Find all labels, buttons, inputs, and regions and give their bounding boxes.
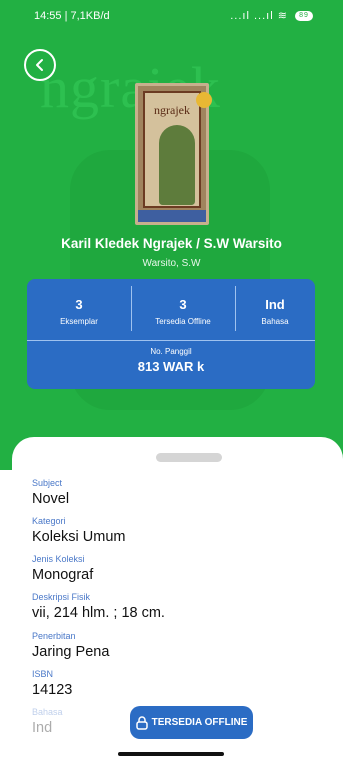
detail-label-jenis-koleksi: Jenis Koleksi [32, 554, 85, 564]
book-author: Warsito, S.W [142, 258, 201, 269]
detail-value-jenis-koleksi: Monograf [32, 567, 94, 583]
lock-icon [135, 715, 148, 730]
status-bar: 14:55 | 7,1KB/d ...ıl ...ıl ≋ 89 [0, 0, 343, 34]
wifi-icon: ≋ [277, 10, 288, 22]
stat-eksemplar: 3 Eksemplar [27, 279, 131, 340]
detail-label-deskripsi-fisik: Deskripsi Fisik [32, 592, 91, 602]
battery-icon: 89 [295, 11, 313, 22]
stat-bahasa: Ind Bahasa [235, 279, 315, 340]
detail-label-isbn: ISBN [32, 669, 54, 679]
book-info-card: 3 Eksemplar 3 Tersedia Offline Ind Bahas… [27, 279, 315, 389]
cover-badge [196, 92, 212, 108]
status-time: 14:55 | 7,1KB/d [34, 10, 110, 22]
drag-handle[interactable] [156, 453, 222, 462]
stat-value: 3 [75, 297, 83, 312]
stat-value: 3 [179, 297, 187, 312]
status-icons: ...ıl ...ıl ≋ 89 [230, 9, 313, 22]
cover-figure [159, 125, 195, 205]
detail-value-penerbitan: Jaring Pena [32, 644, 110, 660]
chevron-left-icon [36, 59, 43, 71]
detail-label-penerbitan: Penerbitan [32, 631, 76, 641]
detail-label-subject: Subject [32, 478, 63, 488]
stat-label: Bahasa [261, 317, 289, 326]
stat-label: Eksemplar [60, 317, 98, 326]
call-number-label: No. Panggil [150, 347, 192, 356]
detail-label-bahasa: Bahasa [32, 707, 63, 717]
detail-value-bahasa: Ind [32, 720, 53, 736]
tersedia-offline-button[interactable]: TERSEDIA OFFLINE [130, 706, 253, 739]
call-number-value: 813 WAR k [137, 359, 205, 374]
stat-label: Tersedia Offline [155, 317, 211, 326]
cover-title: ngrajek [154, 103, 190, 117]
home-indicator[interactable] [118, 752, 224, 756]
detail-value-deskripsi-fisik: vii, 214 hlm. ; 18 cm. [32, 605, 165, 621]
info-divider [27, 340, 315, 341]
signal-icon: ...ıl ...ıl [230, 10, 274, 22]
stat-tersedia-offline: 3 Tersedia Offline [131, 279, 235, 340]
book-hero: ngrajek 14:55 | 7,1KB/d ...ıl ...ıl ≋ 89… [0, 0, 343, 470]
detail-value-isbn: 14123 [32, 682, 73, 698]
back-button[interactable] [24, 49, 56, 81]
cover-frame: ngrajek [143, 91, 201, 208]
detail-label-kategori: Kategori [32, 516, 66, 526]
cover-publisher-strip [138, 210, 206, 222]
detail-value-kategori: Koleksi Umum [32, 529, 126, 545]
stat-value: Ind [265, 297, 285, 312]
offline-button-label: TERSEDIA OFFLINE [151, 717, 248, 728]
detail-value-subject: Novel [32, 491, 70, 507]
book-cover: ngrajek [135, 83, 212, 225]
book-title: Karil Kledek Ngrajek / S.W Warsito [61, 236, 282, 251]
call-number: No. Panggil 813 WAR k [27, 347, 315, 374]
